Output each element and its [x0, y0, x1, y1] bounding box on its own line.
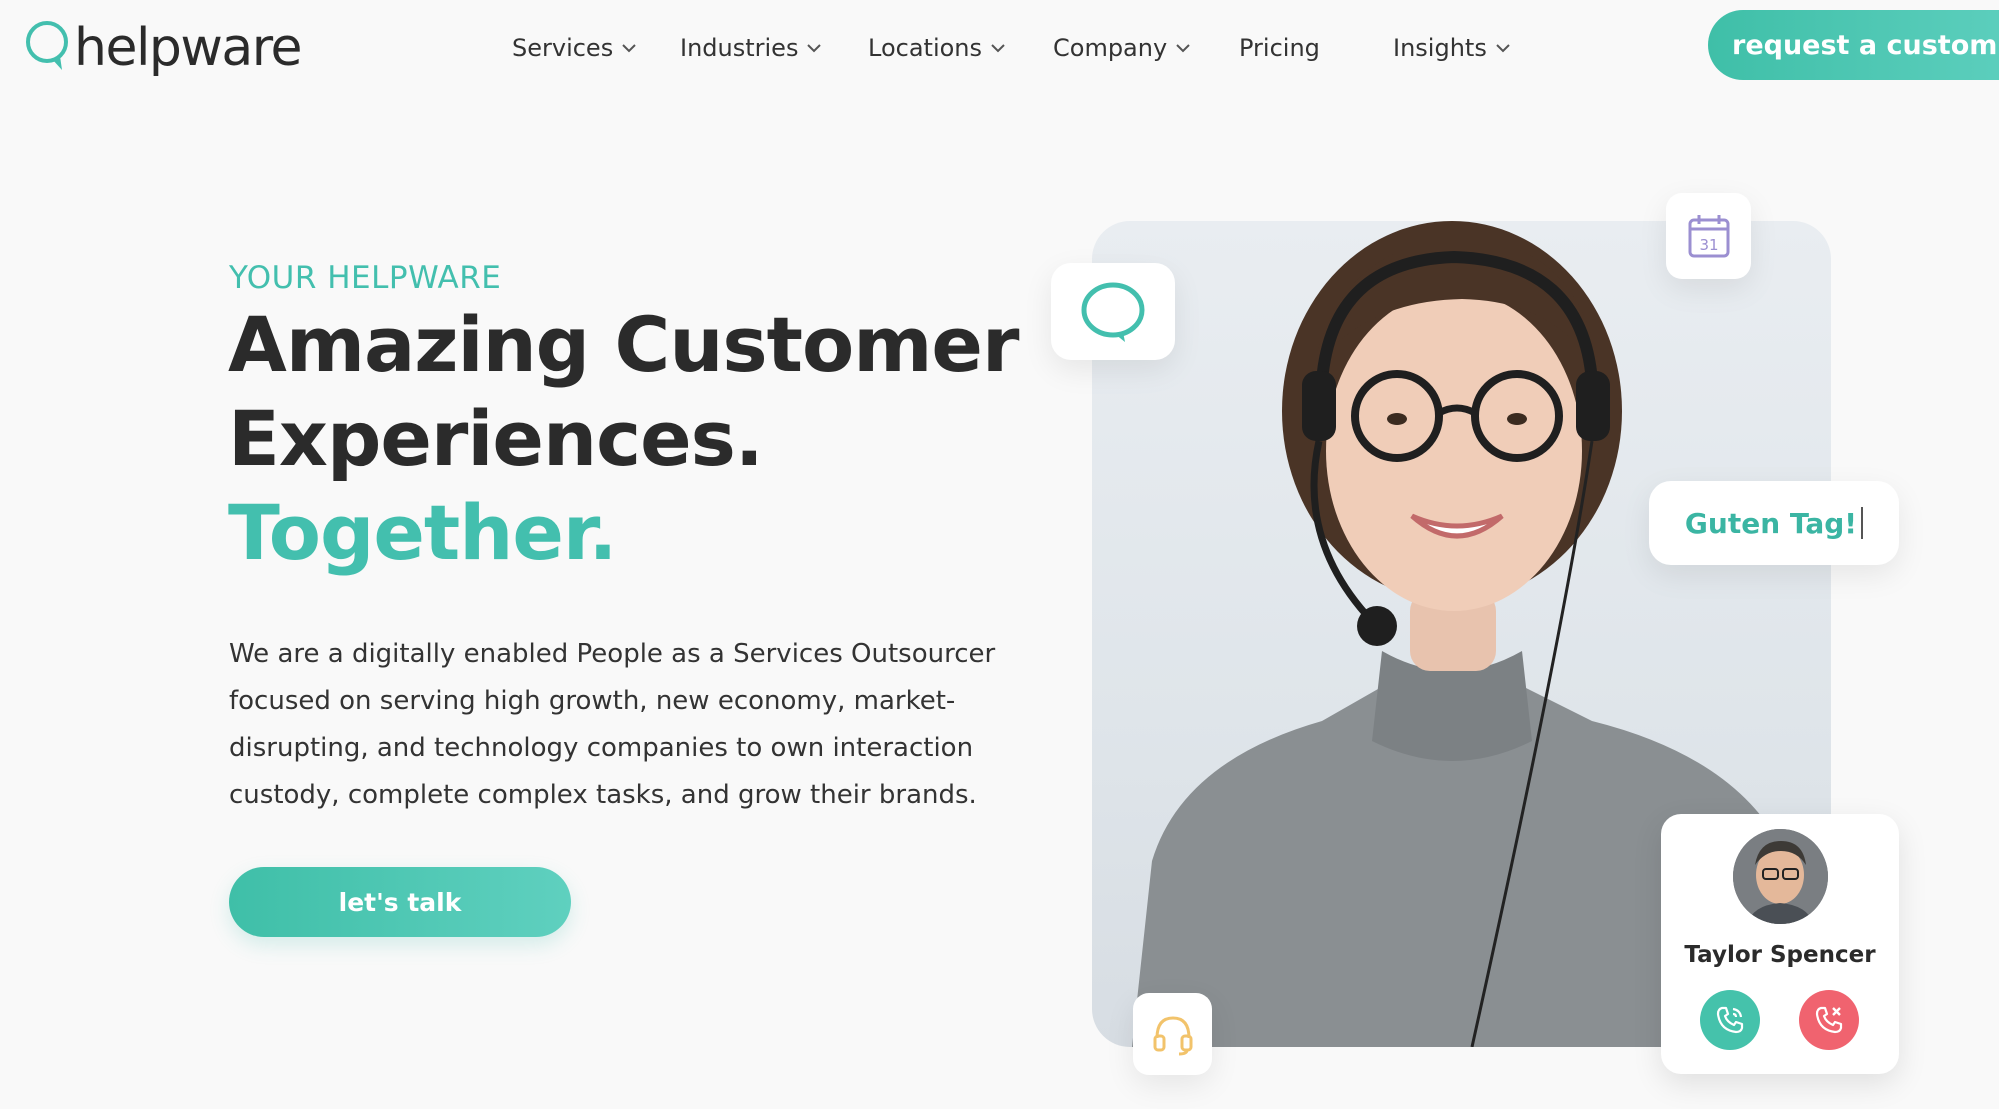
nav-item-locations[interactable]: Locations — [868, 28, 1005, 68]
headline-line-3: Together. — [228, 488, 617, 577]
hero-description: We are a digitally enabled People as a S… — [229, 639, 996, 810]
nav-label: Insights — [1393, 34, 1487, 62]
nav-item-pricing[interactable]: Pricing — [1239, 28, 1320, 68]
nav-label: Locations — [868, 34, 983, 62]
incoming-call-card: Taylor Spencer — [1661, 814, 1899, 1074]
request-quote-button[interactable]: request a custom qu — [1708, 10, 1999, 80]
hero-eyebrow: YOUR HELPWARE — [229, 260, 502, 296]
helpware-logo[interactable]: helpware — [24, 10, 303, 80]
avatar — [1733, 829, 1828, 924]
calendar-card: 31 — [1666, 193, 1751, 279]
chevron-down-icon — [1176, 44, 1190, 53]
chevron-down-icon — [807, 44, 822, 53]
nav-label: Company — [1053, 34, 1168, 62]
text-cursor — [1861, 507, 1864, 539]
speech-bubble-icon — [26, 21, 68, 70]
nav-item-industries[interactable]: Industries — [680, 28, 822, 68]
headline-line-1: Amazing Customer — [228, 300, 1019, 389]
nav-label: Industries — [680, 34, 799, 62]
nav-label: Pricing — [1239, 34, 1320, 62]
nav-item-services[interactable]: Services — [512, 28, 636, 68]
contact-name: Taylor Spencer — [1684, 942, 1876, 968]
chevron-down-icon — [622, 44, 636, 53]
lets-talk-button[interactable]: let's talk — [229, 867, 571, 937]
calendar-day: 31 — [1699, 236, 1718, 254]
headset-card — [1133, 993, 1212, 1075]
greeting-text: Guten Tag! — [1684, 506, 1858, 540]
site-header: helpware Services Industries Locations C… — [0, 0, 1999, 100]
phone-accept-icon — [1716, 1006, 1744, 1034]
decline-call-button[interactable] — [1799, 990, 1859, 1050]
calendar-icon: 31 — [1688, 215, 1729, 258]
nav-item-insights[interactable]: Insights — [1393, 28, 1510, 68]
nav-label: Services — [512, 34, 614, 62]
phone-decline-icon — [1815, 1006, 1843, 1034]
chat-bubble-icon — [1081, 282, 1145, 342]
logo-wordmark: helpware — [74, 18, 303, 78]
headline-line-2: Experiences. — [228, 394, 764, 483]
accept-call-button[interactable] — [1700, 990, 1760, 1050]
chevron-down-icon — [1496, 44, 1510, 53]
chevron-down-icon — [991, 44, 1005, 53]
chat-bubble-card — [1051, 263, 1175, 360]
hero-headline: Amazing Customer Experiences. Together. — [228, 298, 1019, 580]
nav-item-company[interactable]: Company — [1053, 28, 1190, 68]
headset-icon — [1153, 1016, 1192, 1056]
greeting-bubble: Guten Tag! — [1649, 481, 1899, 565]
